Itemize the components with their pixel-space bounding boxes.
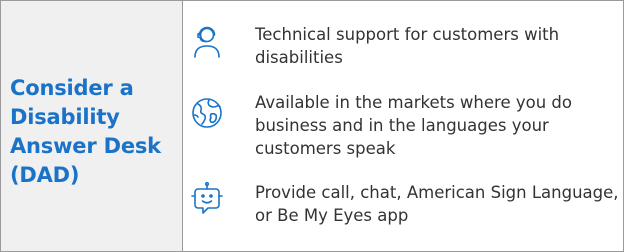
feature-text-channels: Provide call, chat, American Sign Langua… [255,183,619,225]
panel-title: Consider a Disability Answer Desk (DAD) [10,76,161,187]
dad-card: Consider a Disability Answer Desk (DAD) … [0,0,624,252]
title-panel: Consider a Disability Answer Desk (DAD) [1,1,183,251]
feature-text-support: Technical support for customers with dis… [255,25,560,67]
chat-bot-icon [189,181,225,217]
feature-text-markets: Available in the markets where you do bu… [255,93,572,158]
headset-person-icon [189,23,225,59]
globe-icon [189,95,225,131]
